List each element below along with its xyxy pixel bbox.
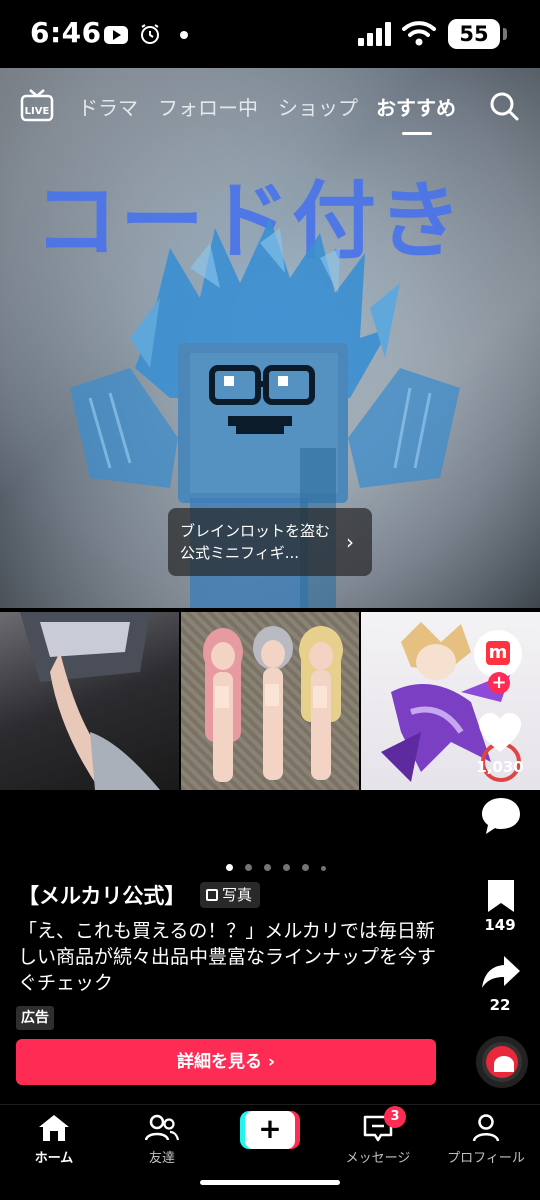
tab-shop[interactable]: ショップ [278, 92, 358, 121]
thumbnail-figure-legs [20, 612, 160, 790]
message-count-badge: 3 [384, 1106, 406, 1128]
music-disc-art [486, 1046, 518, 1078]
signal-icon [358, 22, 391, 46]
status-time: 6:46 [30, 16, 102, 49]
svg-text:LIVE: LIVE [25, 106, 50, 117]
details-button[interactable]: 詳細を見る › [16, 1039, 436, 1085]
nav-inbox[interactable]: メッセージ [328, 1113, 428, 1166]
profile-icon [472, 1114, 500, 1142]
follow-plus-button[interactable]: + [488, 672, 510, 694]
mercari-logo: m [486, 641, 510, 665]
battery-icon: 55 [448, 19, 500, 49]
nav-inbox-label: メッセージ [345, 1151, 411, 1166]
pager-dot [283, 864, 291, 871]
chevron-right-icon: › [346, 530, 354, 554]
pager-dot [321, 866, 327, 871]
bookmark-count: 149 [484, 916, 516, 934]
nav-friends-label: 友達 [148, 1151, 175, 1166]
nav-friends[interactable]: 友達 [112, 1113, 212, 1166]
alarm-icon [141, 24, 159, 44]
nav-profile-label: プロフィール [447, 1151, 525, 1166]
bottom-nav: ホーム 友達 + メッセージ プロフィール [0, 1104, 540, 1200]
notification-dot [180, 31, 188, 39]
search-icon[interactable] [488, 90, 520, 122]
thumbnail-dolls [203, 626, 343, 782]
product-chip-label: ブレインロットを盗む 公式ミニフィギ... [180, 522, 346, 562]
pager-dot [264, 864, 272, 871]
bookmark-icon[interactable] [486, 878, 516, 914]
thumbnail-2[interactable] [181, 612, 359, 790]
share-icon[interactable] [480, 954, 522, 990]
tab-drama[interactable]: ドラマ [78, 92, 138, 121]
battery-tip [503, 28, 507, 40]
thumbnail-1[interactable] [0, 612, 179, 790]
status-bar: 6:46 55 [0, 0, 540, 68]
like-count: 1,030 [476, 758, 524, 776]
product-link-chip[interactable]: ブレインロットを盗む 公式ミニフィギ... › [168, 508, 372, 576]
heart-icon[interactable] [477, 712, 523, 754]
live-icon[interactable]: LIVE [20, 88, 54, 122]
top-nav: LIVE ドラマ フォロー中 ショップ おすすめ [0, 88, 540, 135]
create-button[interactable]: + [240, 1111, 300, 1149]
friends-icon [145, 1114, 179, 1141]
post-caption[interactable]: 「え、これも買えるの！？」メルカリでは毎日新しい商品が続々出品中豊富なラインナッ… [18, 918, 438, 996]
home-indicator [200, 1180, 340, 1185]
carousel-pager [226, 856, 333, 871]
active-tab-indicator [402, 132, 432, 135]
share-count: 22 [489, 996, 511, 1014]
youtube-icon [104, 26, 128, 44]
photo-badge: 写真 [200, 882, 261, 908]
tab-following[interactable]: フォロー中 [158, 92, 258, 121]
pager-dot [245, 864, 253, 871]
advertiser-avatar[interactable]: m + [474, 630, 522, 694]
home-icon [39, 1115, 69, 1141]
photo-icon [206, 889, 218, 901]
author-name[interactable]: 【メルカリ公式】 [18, 880, 185, 910]
create-icon: + [245, 1111, 295, 1149]
pager-dot [226, 864, 233, 871]
photo-badge-label: 写真 [222, 886, 253, 904]
pager-dot [302, 864, 310, 871]
music-disc[interactable] [476, 1036, 528, 1088]
ad-badge: 広告 [16, 1006, 54, 1030]
tab-for-you[interactable]: おすすめ [376, 92, 456, 121]
wifi-icon [402, 21, 436, 46]
nav-profile[interactable]: プロフィール [436, 1113, 536, 1166]
comment-icon[interactable] [480, 796, 522, 836]
nav-home-label: ホーム [34, 1151, 74, 1166]
nav-home[interactable]: ホーム [4, 1113, 104, 1166]
